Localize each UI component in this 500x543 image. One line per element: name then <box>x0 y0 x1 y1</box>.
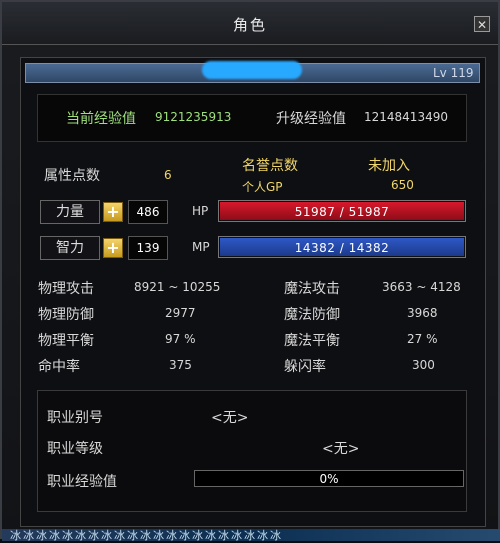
next-exp-label: 升级经验值 <box>276 111 346 127</box>
intelligence-plus-button[interactable]: + <box>103 238 123 258</box>
strength-value: 486 <box>128 200 168 224</box>
hit-rate-value: 375 <box>169 358 192 372</box>
physical-defense-label: 物理防御 <box>38 307 94 323</box>
physical-balance-label: 物理平衡 <box>38 333 94 349</box>
magic-balance-value: 27 % <box>407 332 438 346</box>
magic-defense-value: 3968 <box>407 306 438 320</box>
physical-attack-value: 8921 ~ 10255 <box>134 280 221 294</box>
hit-rate-label: 命中率 <box>38 359 80 375</box>
window-title: 角色 <box>232 16 267 34</box>
bottom-strip-text: 冰冰冰冰冰冰冰冰冰冰冰冰冰冰冰冰冰冰冰冰冰 <box>10 529 283 542</box>
magic-attack-value: 3663 ~ 4128 <box>382 280 461 294</box>
attribute-points-value: 6 <box>164 168 172 182</box>
personal-gp-value: 650 <box>391 178 414 192</box>
magic-attack-label: 魔法攻击 <box>284 281 340 297</box>
job-exp-progress-text: 0% <box>319 472 339 486</box>
current-exp-label: 当前经验值 <box>66 111 136 127</box>
title-bar[interactable]: 角色 ✕ <box>2 2 498 45</box>
reputation-status: 未加入 <box>368 158 410 174</box>
intelligence-row: 智力 + 139 MP 14382 / 14382 <box>40 236 470 262</box>
magic-balance-label: 魔法平衡 <box>284 333 340 349</box>
job-exp-label: 职业经验值 <box>47 474 117 490</box>
strength-label: 力量 <box>40 200 100 224</box>
magic-defense-label: 魔法防御 <box>284 307 340 323</box>
hp-text: 51987 / 51987 <box>294 205 390 219</box>
intelligence-label: 智力 <box>40 236 100 260</box>
hp-bar: 51987 / 51987 <box>218 200 466 222</box>
character-level: Lv 119 <box>433 66 474 80</box>
job-level-value: <无> <box>322 441 360 457</box>
job-exp-progress: 0% <box>194 470 464 487</box>
physical-attack-label: 物理攻击 <box>38 281 94 297</box>
next-exp-value: 12148413490 <box>364 110 448 124</box>
current-exp-value: 9121235913 <box>155 110 232 124</box>
mp-text: 14382 / 14382 <box>294 241 390 255</box>
character-window: 角色 ✕ Lv 119 当前经验值 9121235913 升级经验值 12148… <box>0 0 500 542</box>
physical-balance-value: 97 % <box>165 332 196 346</box>
strength-plus-button[interactable]: + <box>103 202 123 222</box>
personal-gp-label: 个人GP <box>242 180 283 194</box>
physical-defense-value: 2977 <box>165 306 196 320</box>
strength-row: 力量 + 486 HP 51987 / 51987 <box>40 200 470 226</box>
bottom-text-strip: 冰冰冰冰冰冰冰冰冰冰冰冰冰冰冰冰冰冰冰冰冰 <box>2 529 500 542</box>
intelligence-value: 139 <box>128 236 168 260</box>
hp-label: HP <box>192 204 209 218</box>
mp-label: MP <box>192 240 210 254</box>
character-name-obscured <box>202 61 302 79</box>
evasion-label: 躲闪率 <box>284 359 326 375</box>
job-level-label: 职业等级 <box>47 441 103 457</box>
job-title-value: <无> <box>211 410 249 426</box>
close-icon[interactable]: ✕ <box>474 16 490 32</box>
evasion-value: 300 <box>412 358 435 372</box>
mp-bar: 14382 / 14382 <box>218 236 466 258</box>
attribute-points-label: 属性点数 <box>44 168 100 184</box>
reputation-label: 名誉点数 <box>242 158 298 174</box>
job-title-label: 职业别号 <box>47 410 103 426</box>
